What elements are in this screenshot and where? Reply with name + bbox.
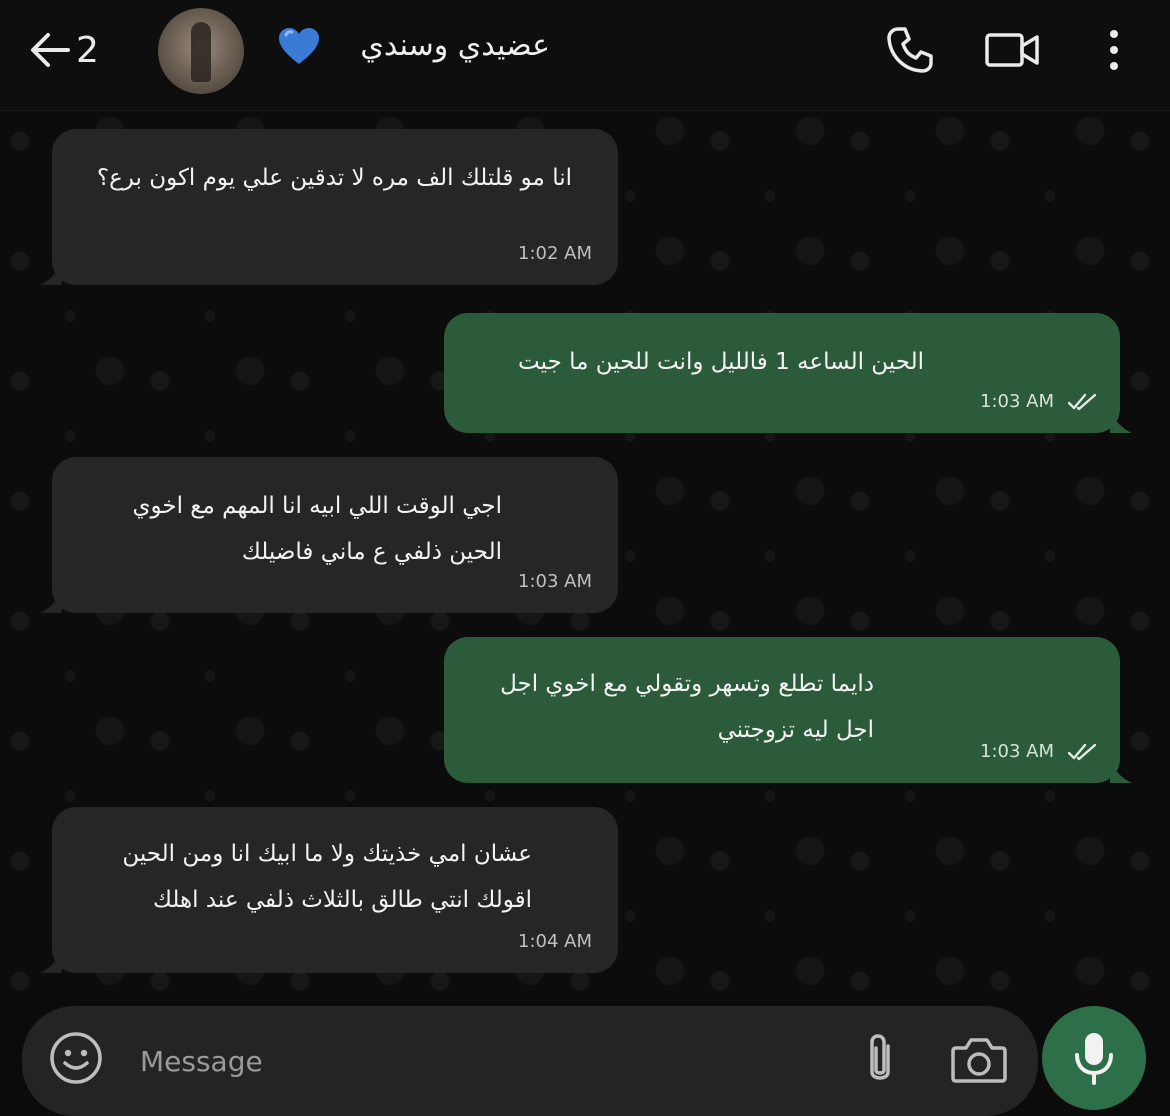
phone-icon — [887, 27, 933, 73]
double-check-icon — [1068, 393, 1096, 411]
more-options-button[interactable] — [1086, 22, 1142, 78]
composer-bar — [22, 1006, 1038, 1116]
message-bubble-outgoing[interactable]: دايما تطلع وتسهر وتقولي مع اخوي اجل اجل … — [444, 637, 1132, 783]
message-text: انا مو قلتلك الف مره لا تدقين علي يوم اك… — [96, 165, 572, 191]
message-time: 1:03 AM — [980, 741, 1054, 762]
blue-heart-icon — [279, 28, 319, 64]
message-time: 1:04 AM — [518, 931, 592, 952]
voice-message-button[interactable] — [1042, 1006, 1146, 1110]
message-bubble-outgoing[interactable]: الحين الساعه 1 فالليل وانت للحين ما جيت … — [444, 313, 1132, 433]
video-call-button[interactable] — [984, 22, 1040, 78]
bubble-tail — [40, 951, 62, 973]
message-text: دايما تطلع وتسهر وتقولي مع اخوي اجل اجل … — [492, 671, 874, 743]
double-check-icon — [1068, 743, 1096, 761]
message-bubble-incoming[interactable]: اجي الوقت اللي ابيه انا المهم مع اخوي ال… — [40, 457, 618, 613]
more-vertical-icon — [1110, 30, 1118, 70]
contact-name[interactable]: عضيدي وسندي — [340, 28, 550, 63]
paperclip-icon[interactable] — [852, 1030, 908, 1090]
message-text: اجي الوقت اللي ابيه انا المهم مع اخوي ال… — [125, 493, 502, 565]
message-time: 1:02 AM — [518, 243, 592, 264]
bubble-tail — [40, 263, 62, 285]
back-button[interactable]: 2 — [28, 28, 118, 72]
emoji-icon[interactable] — [48, 1030, 104, 1086]
message-time: 1:03 AM — [518, 571, 592, 592]
back-arrow-icon — [31, 33, 70, 67]
camera-icon[interactable] — [950, 1034, 1008, 1086]
message-input[interactable] — [138, 1036, 782, 1086]
microphone-icon — [1075, 1033, 1113, 1085]
avatar-figure — [191, 22, 211, 82]
bubble-tail — [1110, 411, 1132, 433]
voice-call-button[interactable] — [882, 22, 938, 78]
message-bubble-incoming[interactable]: انا مو قلتلك الف مره لا تدقين علي يوم اك… — [40, 129, 618, 285]
bubble-tail — [40, 591, 62, 613]
message-text: الحين الساعه 1 فالليل وانت للحين ما جيت — [518, 349, 924, 375]
chat-area[interactable]: انا مو قلتلك الف مره لا تدقين علي يوم اك… — [0, 111, 1170, 1001]
video-camera-icon — [985, 33, 1039, 67]
avatar[interactable] — [158, 8, 244, 94]
message-text: عشان امي خذيتك ولا ما ابيك انا ومن الحين… — [115, 841, 532, 913]
unread-count: 2 — [76, 29, 99, 71]
bubble-tail — [1110, 761, 1132, 783]
message-time: 1:03 AM — [980, 391, 1054, 412]
chat-header: 2 عضيدي وسندي — [0, 0, 1170, 111]
message-bubble-incoming[interactable]: عشان امي خذيتك ولا ما ابيك انا ومن الحين… — [40, 807, 618, 973]
